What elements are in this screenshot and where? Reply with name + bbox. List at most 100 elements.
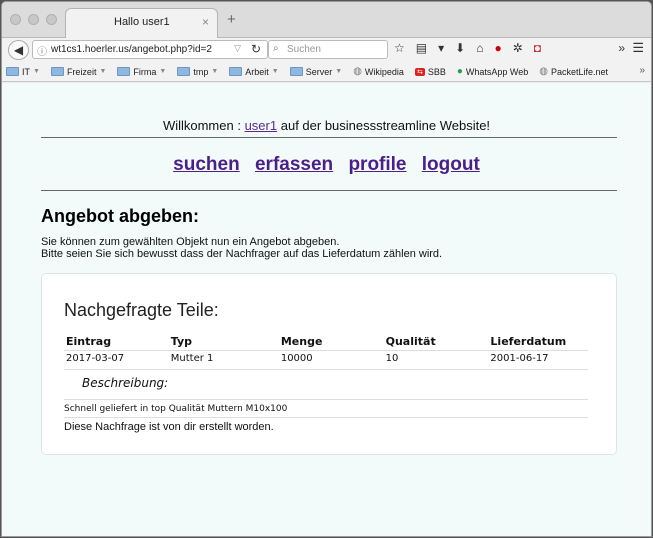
folder-icon [117, 67, 131, 76]
download-icon[interactable]: ⬇ [455, 41, 465, 55]
bookmark-label: Firma [133, 66, 157, 77]
search-field[interactable]: ⌕ Suchen [268, 40, 388, 59]
nav-suchen-link[interactable]: suchen [173, 154, 240, 175]
search-placeholder: Suchen [287, 44, 321, 55]
intro-line: Bitte seien Sie sich bewusst dass der Na… [41, 248, 443, 260]
folder-icon [50, 67, 64, 76]
bookmark-folder-firma[interactable]: Firma ▼ [117, 67, 166, 77]
translate-icon[interactable]: ◘ [534, 41, 541, 55]
own-request-note: Diese Nachfrage ist von dir erstellt wor… [64, 421, 274, 433]
window-controls [10, 14, 57, 25]
tab-active[interactable]: Hallo user1 × [65, 8, 218, 38]
globe-icon: ◍ [539, 66, 548, 77]
navigation-bar: ◀ ⓘ wt1cs1.hoerler.us/angebot.php?id=2 ▽… [2, 38, 651, 62]
folder-icon [6, 67, 19, 76]
main-nav: suchen erfassen profile logout [2, 154, 651, 176]
table-cell: 2017-03-07 [64, 350, 169, 370]
new-tab-button[interactable]: + [227, 11, 236, 28]
globe-icon: ◍ [353, 66, 362, 77]
close-tab-icon[interactable]: × [202, 15, 209, 29]
welcome-line: Willkommen : user1 auf der businessstrea… [2, 118, 651, 133]
zoom-window-button[interactable] [46, 14, 57, 25]
whatsapp-icon: ● [456, 66, 463, 77]
overflow-menu-icon[interactable]: » [618, 41, 625, 55]
bookmark-label: IT [22, 66, 30, 77]
nav-profile-link[interactable]: profile [348, 154, 406, 175]
back-button[interactable]: ◀ [8, 40, 29, 60]
bookmark-folder-server[interactable]: Server ▼ [289, 66, 343, 77]
divider [41, 137, 617, 138]
folder-icon [177, 67, 191, 76]
bookmark-star-icon[interactable]: ☆ [394, 41, 405, 55]
chevron-down-icon: ▼ [33, 68, 40, 75]
intro-text: Sie können zum gewählten Objekt nun ein … [41, 236, 442, 260]
bookmarks-overflow-icon[interactable]: » [639, 65, 645, 76]
address-url[interactable]: wt1cs1.hoerler.us/angebot.php?id=2 [51, 44, 212, 55]
adblock-icon[interactable]: ● [494, 41, 501, 55]
chevron-down-icon: ▼ [211, 68, 219, 75]
bookmark-label: Wikipedia [364, 66, 404, 77]
nav-erfassen-link[interactable]: erfassen [255, 154, 333, 175]
bookmark-packetlife[interactable]: ◍ PacketLife.net [539, 66, 608, 77]
home-icon[interactable]: ⌂ [476, 41, 483, 55]
hamburger-menu-icon[interactable]: ☰ [632, 40, 644, 56]
bookmark-sbb[interactable]: ⇆ SBB [414, 66, 446, 77]
card-title: Nachgefragte Teile: [64, 300, 219, 320]
table-cell: 10000 [278, 350, 384, 370]
table-cell: 2001-06-17 [488, 350, 588, 370]
bookmark-folder-tmp[interactable]: tmp ▼ [177, 67, 218, 77]
chevron-down-icon: ▼ [335, 68, 343, 75]
reading-list-icon[interactable]: ▤ [416, 41, 427, 55]
bookmark-wikipedia[interactable]: ◍ Wikipedia [353, 66, 404, 77]
close-window-button[interactable] [10, 14, 21, 25]
table-row: 2017-03-07 Mutter 1 10000 10 2001-06-17 [64, 350, 588, 370]
bookmark-label: Freizeit [66, 66, 97, 77]
table-cell: Mutter 1 [168, 350, 279, 370]
table-cell: 10 [383, 350, 489, 370]
chevron-down-icon: ▼ [159, 68, 167, 75]
url-dropdown-icon[interactable]: ▽ [234, 43, 241, 54]
reload-icon[interactable]: ↻ [251, 42, 261, 56]
parts-table: Eintrag Typ Menge Qualität Lieferdatum 2… [64, 333, 588, 370]
chevron-down-icon: ▼ [99, 68, 107, 75]
sbb-icon: ⇆ [414, 67, 425, 76]
browser-window: Hallo user1 × + ◀ ⓘ wt1cs1.hoerler.us/an… [1, 1, 652, 537]
welcome-prefix: Willkommen : [162, 118, 241, 133]
bookmark-label: Arbeit [245, 66, 269, 77]
column-header: Typ [168, 333, 279, 351]
bookmark-label: PacketLife.net [550, 66, 609, 77]
minimize-window-button[interactable] [28, 14, 39, 25]
user-link[interactable]: user1 [245, 118, 278, 133]
nav-logout-link[interactable]: logout [422, 154, 480, 175]
description-text: Schnell geliefert in top Qualität Mutter… [64, 404, 288, 414]
page-content: Willkommen : user1 auf der businessstrea… [2, 83, 651, 536]
bookmarks-bar: IT ▼ Freizeit ▼ Firma ▼ tmp ▼ Arbeit ▼ S… [2, 62, 651, 82]
bookmark-label: tmp [193, 66, 209, 77]
welcome-suffix: auf der businessstreamline Website! [280, 118, 491, 133]
chevron-down-icon: ▼ [271, 68, 279, 75]
column-header: Eintrag [64, 333, 169, 351]
bookmark-label: WhatsApp Web [465, 66, 529, 77]
divider [41, 190, 617, 191]
search-icon: ⌕ [273, 43, 279, 54]
address-bar[interactable]: ⓘ wt1cs1.hoerler.us/angebot.php?id=2 ▽ ↻ [32, 40, 268, 59]
toolbar-icons: ☆ ▤ ▾ ⬇ ⌂ ● ✲ ◘ [394, 41, 541, 55]
bookmark-folder-it[interactable]: IT ▼ [6, 67, 40, 77]
divider [64, 417, 588, 418]
extension-icon[interactable]: ✲ [513, 41, 523, 55]
folder-icon [289, 67, 303, 76]
pocket-icon[interactable]: ▾ [438, 41, 444, 55]
column-header: Menge [278, 333, 384, 351]
bookmark-folder-arbeit[interactable]: Arbeit ▼ [229, 66, 279, 77]
bookmark-label: SBB [427, 66, 446, 77]
page-title: Angebot abgeben: [41, 206, 199, 226]
table-header-row: Eintrag Typ Menge Qualität Lieferdatum [64, 333, 588, 351]
info-icon[interactable]: ⓘ [37, 43, 47, 58]
request-card: Nachgefragte Teile: Eintrag Typ Menge Qu… [41, 273, 617, 455]
bookmark-label: Server [305, 66, 333, 77]
bookmark-folder-freizeit[interactable]: Freizeit ▼ [50, 66, 107, 77]
bookmark-whatsapp[interactable]: ● WhatsApp Web [457, 66, 528, 77]
description-label: Beschreibung: [82, 376, 169, 390]
divider [64, 399, 588, 400]
tab-bar: Hallo user1 × + [2, 2, 651, 38]
